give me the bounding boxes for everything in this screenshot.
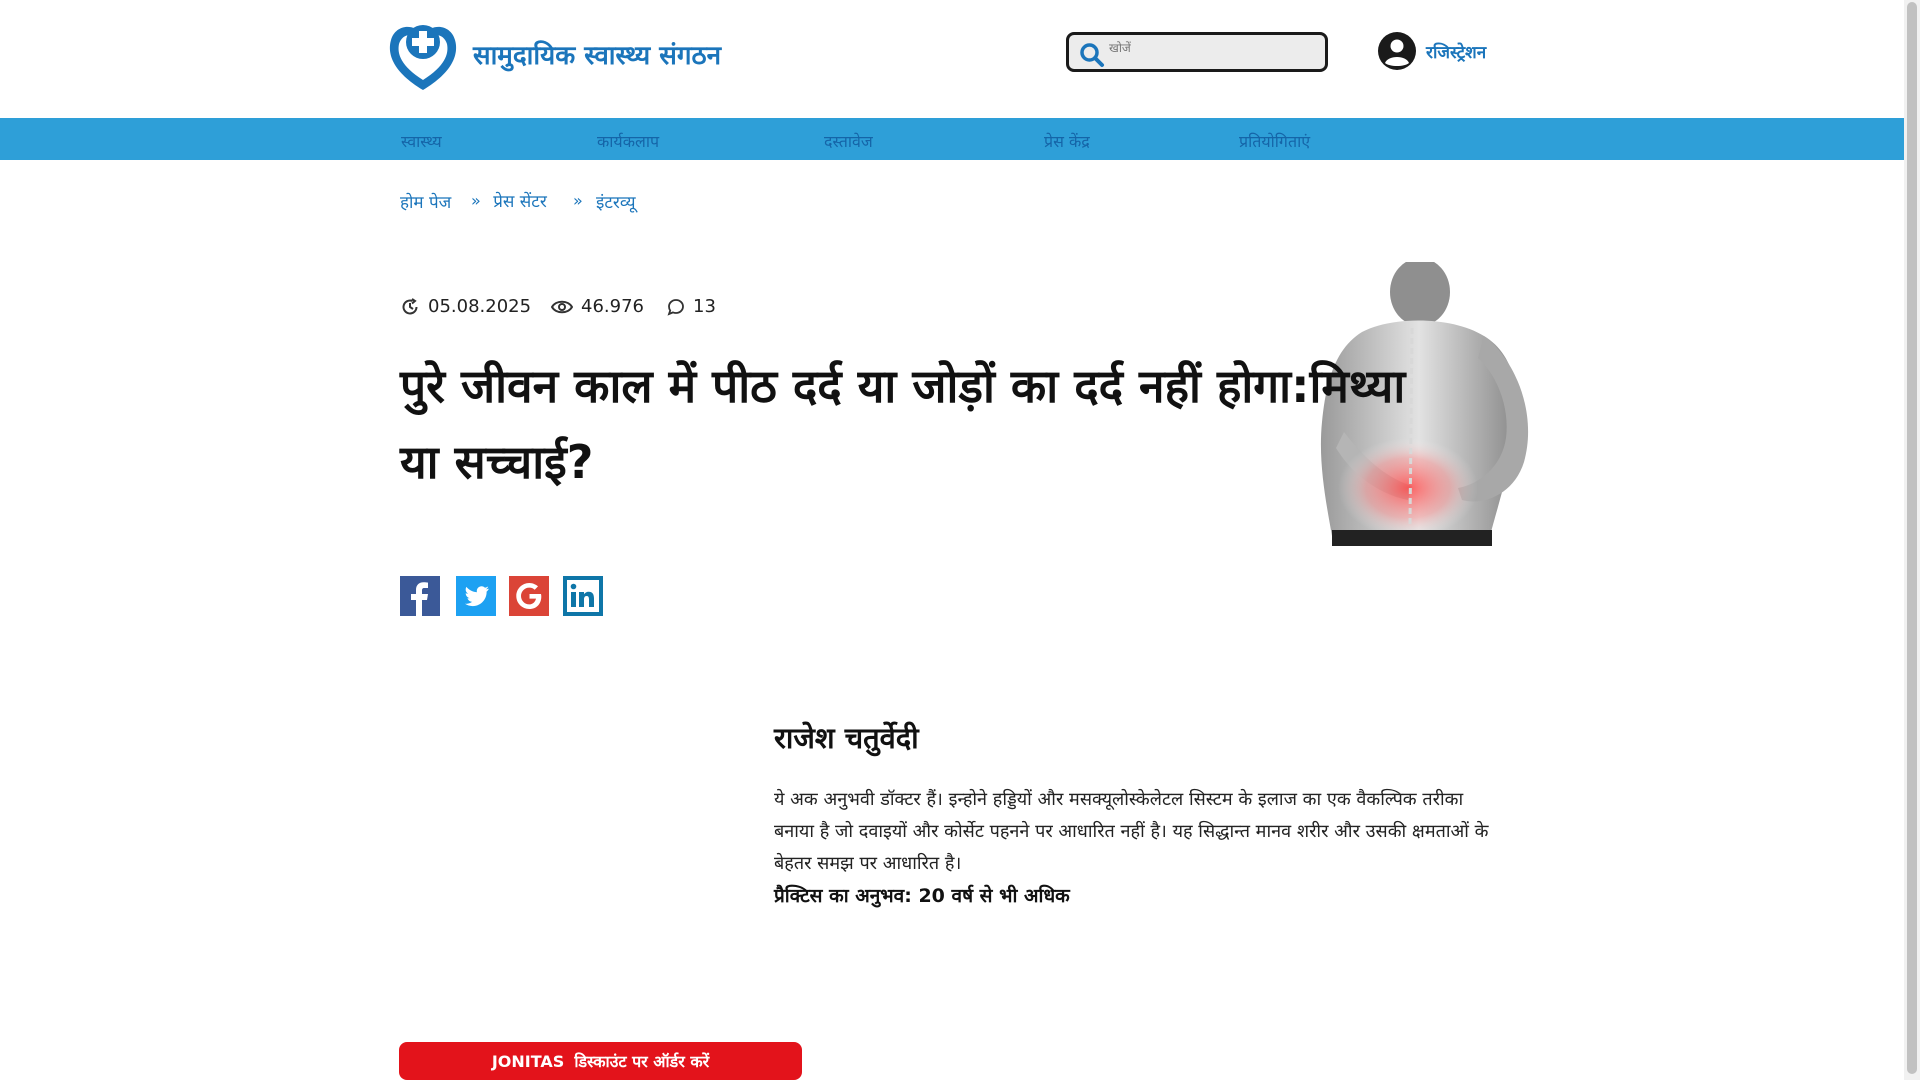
scrollbar-thumb[interactable] bbox=[1907, 2, 1917, 1074]
order-discount-button[interactable]: JONITAS डिस्काउंट पर ऑर्डर करें bbox=[399, 1042, 802, 1080]
nav-item-documents[interactable]: दस्तावेज bbox=[824, 130, 873, 152]
register-label: रजिस्ट्रेशन bbox=[1426, 42, 1487, 63]
google-icon bbox=[509, 576, 549, 616]
site-name: सामुदायिक स्वास्थ्य संगठन bbox=[473, 41, 722, 71]
user-circle-icon bbox=[1378, 32, 1416, 70]
nav-item-competitions[interactable]: प्रतियोगिताएं bbox=[1239, 130, 1310, 152]
share-google-button[interactable] bbox=[509, 576, 549, 616]
author-experience: प्रैक्टिस का अनुभव: 20 वर्ष से भी अधिक bbox=[774, 885, 1070, 907]
article-comments[interactable]: 13 bbox=[667, 296, 716, 317]
page-scrollbar[interactable] bbox=[1904, 0, 1920, 1080]
comments-count: 13 bbox=[693, 296, 716, 317]
nav-item-health[interactable]: स्वास्थ्य bbox=[401, 130, 442, 152]
chevron-double-right-icon: » bbox=[573, 191, 583, 210]
comment-icon bbox=[667, 298, 684, 316]
breadcrumb-home[interactable]: होम पेज bbox=[400, 190, 451, 213]
facebook-icon bbox=[400, 576, 440, 616]
breadcrumb-interview[interactable]: इंटरव्यू bbox=[596, 190, 636, 213]
eye-icon bbox=[551, 300, 573, 313]
breadcrumb-press-center[interactable]: प्रेस सेंटर bbox=[492, 188, 548, 217]
search-box[interactable] bbox=[1066, 32, 1328, 72]
search-input[interactable] bbox=[1109, 39, 1309, 57]
search-icon[interactable] bbox=[1079, 42, 1105, 68]
heart-cross-icon bbox=[389, 25, 457, 91]
nav-item-activities[interactable]: कार्यकलाप bbox=[597, 130, 659, 152]
article-views: 46.976 bbox=[551, 296, 644, 317]
site-logo[interactable]: सामुदायिक स्वास्थ्य संगठन bbox=[385, 16, 721, 92]
date-text: 05.08.2025 bbox=[428, 296, 532, 317]
views-count: 46.976 bbox=[581, 296, 644, 317]
share-linkedin-button[interactable] bbox=[563, 576, 603, 616]
article-title: पुरे जीवन काल में पीठ दर्द या जोड़ों का … bbox=[400, 359, 1406, 489]
share-facebook-button[interactable] bbox=[400, 576, 440, 616]
author-bio: ये अक अनुभवी डॉक्टर हैं। इन्होने हड्डियो… bbox=[774, 789, 1489, 874]
cta-label: डिस्काउंट पर ऑर्डर करें bbox=[574, 1052, 710, 1071]
main-nav: स्वास्थ्य कार्यकलाप दस्तावेज प्रेस केंद्… bbox=[0, 118, 1904, 160]
article-date: 05.08.2025 bbox=[400, 296, 531, 317]
register-link[interactable]: रजिस्ट्रेशन bbox=[1378, 32, 1486, 70]
author-name: राजेश चतुर्वेदी bbox=[774, 721, 919, 755]
cta-brand: JONITAS bbox=[491, 1051, 565, 1071]
nav-item-press-center[interactable]: प्रेस केंद्र bbox=[1044, 130, 1090, 152]
clock-icon bbox=[402, 297, 418, 314]
linkedin-icon bbox=[563, 576, 603, 616]
twitter-icon bbox=[456, 576, 496, 616]
share-twitter-button[interactable] bbox=[456, 576, 496, 616]
chevron-double-right-icon: » bbox=[471, 191, 481, 210]
